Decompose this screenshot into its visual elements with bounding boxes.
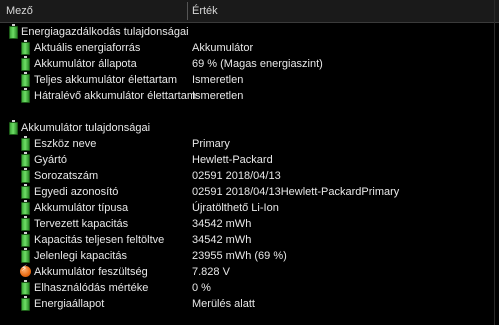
property-row[interactable]: Eszköz neve Primary bbox=[0, 136, 494, 152]
voltage-icon bbox=[20, 264, 31, 277]
property-row[interactable]: Akkumulátor állapota 69 % (Magas energias… bbox=[0, 56, 494, 72]
property-row[interactable]: Hátralévő akkumulátor élettartam Ismeretl… bbox=[0, 88, 494, 104]
property-label: Tervezett kapacitás bbox=[34, 218, 129, 230]
column-header-value[interactable]: Érték bbox=[192, 0, 492, 22]
property-value: Merülés alatt bbox=[192, 298, 255, 310]
property-label: Jelenlegi kapacitás bbox=[34, 250, 127, 262]
property-value: Ismeretlen bbox=[192, 90, 244, 102]
battery-icon bbox=[21, 152, 30, 167]
property-value: 7.828 V bbox=[192, 266, 230, 278]
property-label: Akkumulátor típusa bbox=[34, 202, 129, 214]
battery-icon bbox=[9, 120, 18, 135]
property-row[interactable]: Gyártó Hewlett-Packard bbox=[0, 152, 494, 168]
property-label: Sorozatszám bbox=[34, 170, 99, 182]
property-row[interactable]: Kapacitás teljesen feltöltve 34542 mWh bbox=[0, 232, 494, 248]
property-label: Energiaállapot bbox=[34, 298, 105, 310]
group-title: Akkumulátor tulajdonságai bbox=[21, 122, 151, 134]
property-label: Gyártó bbox=[34, 154, 68, 166]
property-row[interactable]: Sorozatszám 02591 2018/04/13 bbox=[0, 168, 494, 184]
battery-icon bbox=[21, 40, 30, 55]
property-value: 23955 mWh (69 %) bbox=[192, 250, 287, 262]
property-row[interactable]: Jelenlegi kapacitás 23955 mWh (69 %) bbox=[0, 248, 494, 264]
battery-icon bbox=[21, 216, 30, 231]
property-row[interactable]: Energiaállapot Merülés alatt bbox=[0, 296, 494, 312]
property-value: 34542 mWh bbox=[192, 234, 252, 246]
property-value: 34542 mWh bbox=[192, 218, 252, 230]
property-value: Akkumulátor bbox=[192, 42, 254, 54]
battery-icon bbox=[21, 168, 30, 183]
column-divider[interactable] bbox=[187, 2, 188, 20]
group-header[interactable]: Energiagazdálkodás tulajdonságai bbox=[0, 24, 494, 40]
property-label: Kapacitás teljesen feltöltve bbox=[34, 234, 165, 246]
property-row[interactable]: Teljes akkumulátor élettartam Ismeretlen bbox=[0, 72, 494, 88]
property-row[interactable]: Akkumulátor feszültség 7.828 V bbox=[0, 264, 494, 280]
group-header[interactable]: Akkumulátor tulajdonságai bbox=[0, 120, 494, 136]
column-header: Mező Érték bbox=[0, 0, 499, 23]
battery-icon bbox=[21, 200, 30, 215]
property-row[interactable]: Akkumulátor típusa Újratölthető Li-Ion bbox=[0, 200, 494, 216]
property-label: Elhasználódás mértéke bbox=[34, 282, 149, 294]
scrollbar-track[interactable] bbox=[494, 0, 495, 325]
column-header-field[interactable]: Mező bbox=[6, 0, 186, 22]
property-row[interactable]: Tervezett kapacitás 34542 mWh bbox=[0, 216, 494, 232]
property-value: 69 % (Magas energiaszint) bbox=[192, 58, 323, 70]
property-value: 0 % bbox=[192, 282, 211, 294]
property-label: Akkumulátor állapota bbox=[34, 58, 137, 70]
property-label: Eszköz neve bbox=[34, 138, 97, 150]
property-row[interactable]: Egyedi azonosító 02591 2018/04/13Hewlett-… bbox=[0, 184, 494, 200]
property-row[interactable]: Aktuális energiaforrás Akkumulátor bbox=[0, 40, 494, 56]
battery-icon bbox=[21, 56, 30, 71]
property-value: Újratölthető Li-Ion bbox=[192, 202, 279, 214]
property-label: Egyedi azonosító bbox=[34, 186, 119, 198]
property-row[interactable]: Elhasználódás mértéke 0 % bbox=[0, 280, 494, 296]
property-value: Hewlett-Packard bbox=[192, 154, 273, 166]
battery-icon bbox=[21, 184, 30, 199]
property-value: 02591 2018/04/13 bbox=[192, 170, 281, 182]
battery-icon bbox=[21, 136, 30, 151]
group-title: Energiagazdálkodás tulajdonságai bbox=[21, 26, 189, 38]
property-value: Ismeretlen bbox=[192, 74, 244, 86]
battery-icon bbox=[9, 24, 18, 39]
property-label: Akkumulátor feszültség bbox=[34, 266, 148, 278]
property-value: 02591 2018/04/13Hewlett-PackardPrimary bbox=[192, 186, 400, 198]
battery-icon bbox=[21, 296, 30, 311]
battery-icon bbox=[21, 280, 30, 295]
battery-icon bbox=[21, 248, 30, 263]
property-label: Hátralévő akkumulátor élettartam bbox=[34, 90, 197, 102]
battery-icon bbox=[21, 72, 30, 87]
property-value: Primary bbox=[192, 138, 230, 150]
property-label: Teljes akkumulátor élettartam bbox=[34, 74, 178, 86]
battery-icon bbox=[21, 88, 30, 103]
battery-icon bbox=[21, 232, 30, 247]
property-label: Aktuális energiaforrás bbox=[34, 42, 141, 54]
